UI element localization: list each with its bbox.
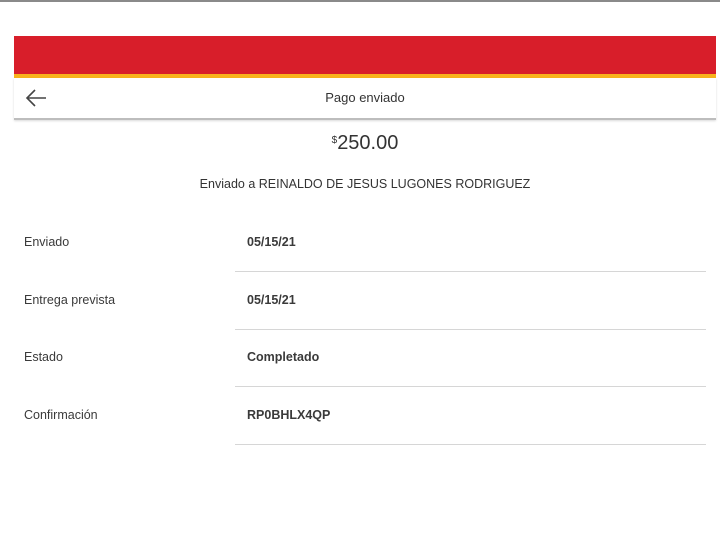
row-divider [235,329,706,330]
row-divider [235,386,706,387]
page-header: Pago enviado [14,78,716,120]
detail-value: Completado [247,350,320,364]
payment-amount: $250.00 [0,132,720,155]
detail-label: Enviado [24,235,70,249]
detail-label: Estado [24,350,63,364]
recipient-text: Enviado a REINALDO DE JESUS LUGONES RODR… [199,177,531,191]
detail-label: Confirmación [24,408,98,422]
amount-value: 250.00 [337,132,399,154]
detail-value: 05/15/21 [247,235,296,249]
brand-banner [14,36,716,74]
detail-row-confirmation: Confirmación RP0BHLX4QP [0,408,720,466]
detail-row-expected-delivery: Entrega prevista 05/15/21 [0,293,720,351]
currency-symbol: $ [331,135,338,146]
row-divider [235,444,706,445]
top-divider [0,0,720,2]
detail-value: 05/15/21 [247,293,296,307]
page-title: Pago enviado [325,90,405,105]
detail-row-status: Estado Completado [0,350,720,408]
detail-row-sent: Enviado 05/15/21 [0,235,720,293]
row-divider [235,271,706,272]
detail-value: RP0BHLX4QP [247,408,331,422]
detail-label: Entrega prevista [24,293,116,307]
